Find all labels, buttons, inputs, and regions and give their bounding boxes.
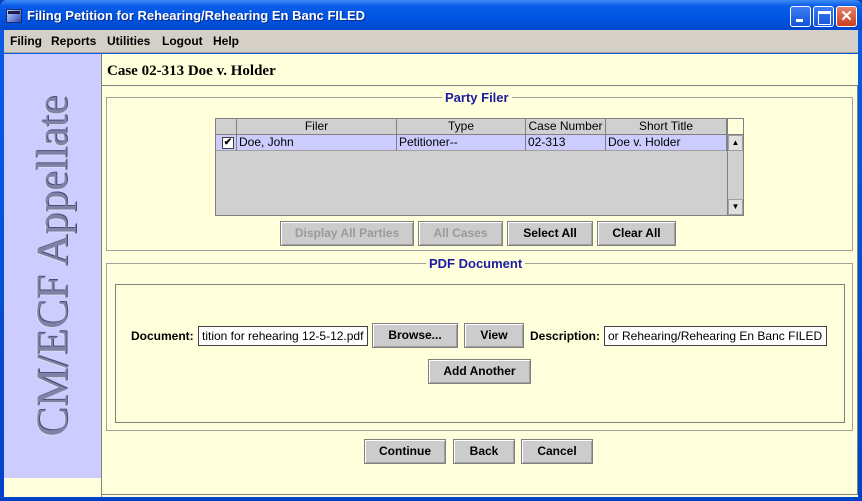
cell-filer: Doe, John bbox=[237, 135, 397, 151]
table-row[interactable]: ✔ Doe, John Petitioner-- 02-313 Doe v. H… bbox=[216, 135, 727, 151]
party-filer-group: Party Filer Filer Type Case Number Short… bbox=[106, 90, 853, 251]
party-table: Filer Type Case Number Short Title ✔ Doe… bbox=[215, 118, 744, 216]
back-button[interactable]: Back bbox=[453, 439, 515, 464]
document-field[interactable]: tition for rehearing 12-5-12.pdf bbox=[198, 326, 368, 346]
close-button[interactable]: ✕ bbox=[836, 6, 857, 27]
case-title: Case 02-313 Doe v. Holder bbox=[107, 63, 276, 79]
clear-all-button[interactable]: Clear All bbox=[597, 221, 676, 246]
pdf-document-group: PDF Document Document: tition for rehear… bbox=[106, 256, 853, 431]
table-header: Filer Type Case Number Short Title bbox=[216, 119, 727, 135]
title-bar[interactable]: Filing Petition for Rehearing/Rehearing … bbox=[0, 0, 862, 30]
close-icon: ✕ bbox=[840, 8, 853, 25]
scroll-up-icon[interactable]: ▲ bbox=[728, 135, 743, 151]
display-all-parties-button[interactable]: Display All Parties bbox=[280, 221, 414, 246]
table-scrollbar[interactable]: ▲ ▼ bbox=[727, 135, 743, 215]
menu-bar: Filing Reports Utilities Logout Help bbox=[4, 30, 858, 53]
column-header-type[interactable]: Type bbox=[397, 119, 526, 135]
cell-type: Petitioner-- bbox=[397, 135, 526, 151]
sidebar: CM/ECF Appellate bbox=[4, 54, 101, 478]
continue-button[interactable]: Continue bbox=[364, 439, 446, 464]
cancel-button[interactable]: Cancel bbox=[521, 439, 593, 464]
window-title: Filing Petition for Rehearing/Rehearing … bbox=[27, 8, 366, 23]
minimize-button[interactable] bbox=[790, 6, 811, 27]
row-checkbox[interactable]: ✔ bbox=[222, 137, 234, 149]
menu-logout[interactable]: Logout bbox=[162, 34, 203, 48]
menu-utilities[interactable]: Utilities bbox=[107, 34, 150, 48]
select-all-button[interactable]: Select All bbox=[507, 221, 593, 246]
main-content: Case 02-313 Doe v. Holder Party Filer Fi… bbox=[101, 54, 858, 497]
description-label: Description: bbox=[530, 329, 601, 343]
menu-reports[interactable]: Reports bbox=[51, 34, 96, 48]
app-icon bbox=[6, 9, 22, 23]
add-another-button[interactable]: Add Another bbox=[428, 359, 531, 384]
column-header-select[interactable] bbox=[216, 119, 237, 135]
column-header-short-title[interactable]: Short Title bbox=[606, 119, 727, 135]
application-window: Filing Petition for Rehearing/Rehearing … bbox=[0, 0, 862, 501]
menu-filing[interactable]: Filing bbox=[10, 34, 42, 48]
column-header-case-number[interactable]: Case Number bbox=[526, 119, 606, 135]
all-cases-button[interactable]: All Cases bbox=[418, 221, 503, 246]
view-button[interactable]: View bbox=[464, 323, 524, 348]
description-field[interactable]: or Rehearing/Rehearing En Banc FILED bbox=[604, 326, 827, 346]
column-header-filer[interactable]: Filer bbox=[237, 119, 397, 135]
document-label: Document: bbox=[131, 329, 194, 343]
scroll-down-icon[interactable]: ▼ bbox=[728, 199, 743, 215]
maximize-button[interactable] bbox=[813, 6, 834, 27]
browse-button[interactable]: Browse... bbox=[372, 323, 458, 348]
menu-help[interactable]: Help bbox=[213, 34, 239, 48]
cell-short-title: Doe v. Holder bbox=[606, 135, 727, 151]
party-filer-title: Party Filer bbox=[442, 90, 512, 105]
pdf-document-title: PDF Document bbox=[426, 256, 526, 271]
brand-logo: CM/ECF Appellate bbox=[27, 95, 77, 437]
cell-case-number: 02-313 bbox=[526, 135, 606, 151]
client-area: CM/ECF Appellate Case 02-313 Doe v. Hold… bbox=[4, 54, 858, 497]
filing-panel: Party Filer Filer Type Case Number Short… bbox=[102, 85, 858, 495]
